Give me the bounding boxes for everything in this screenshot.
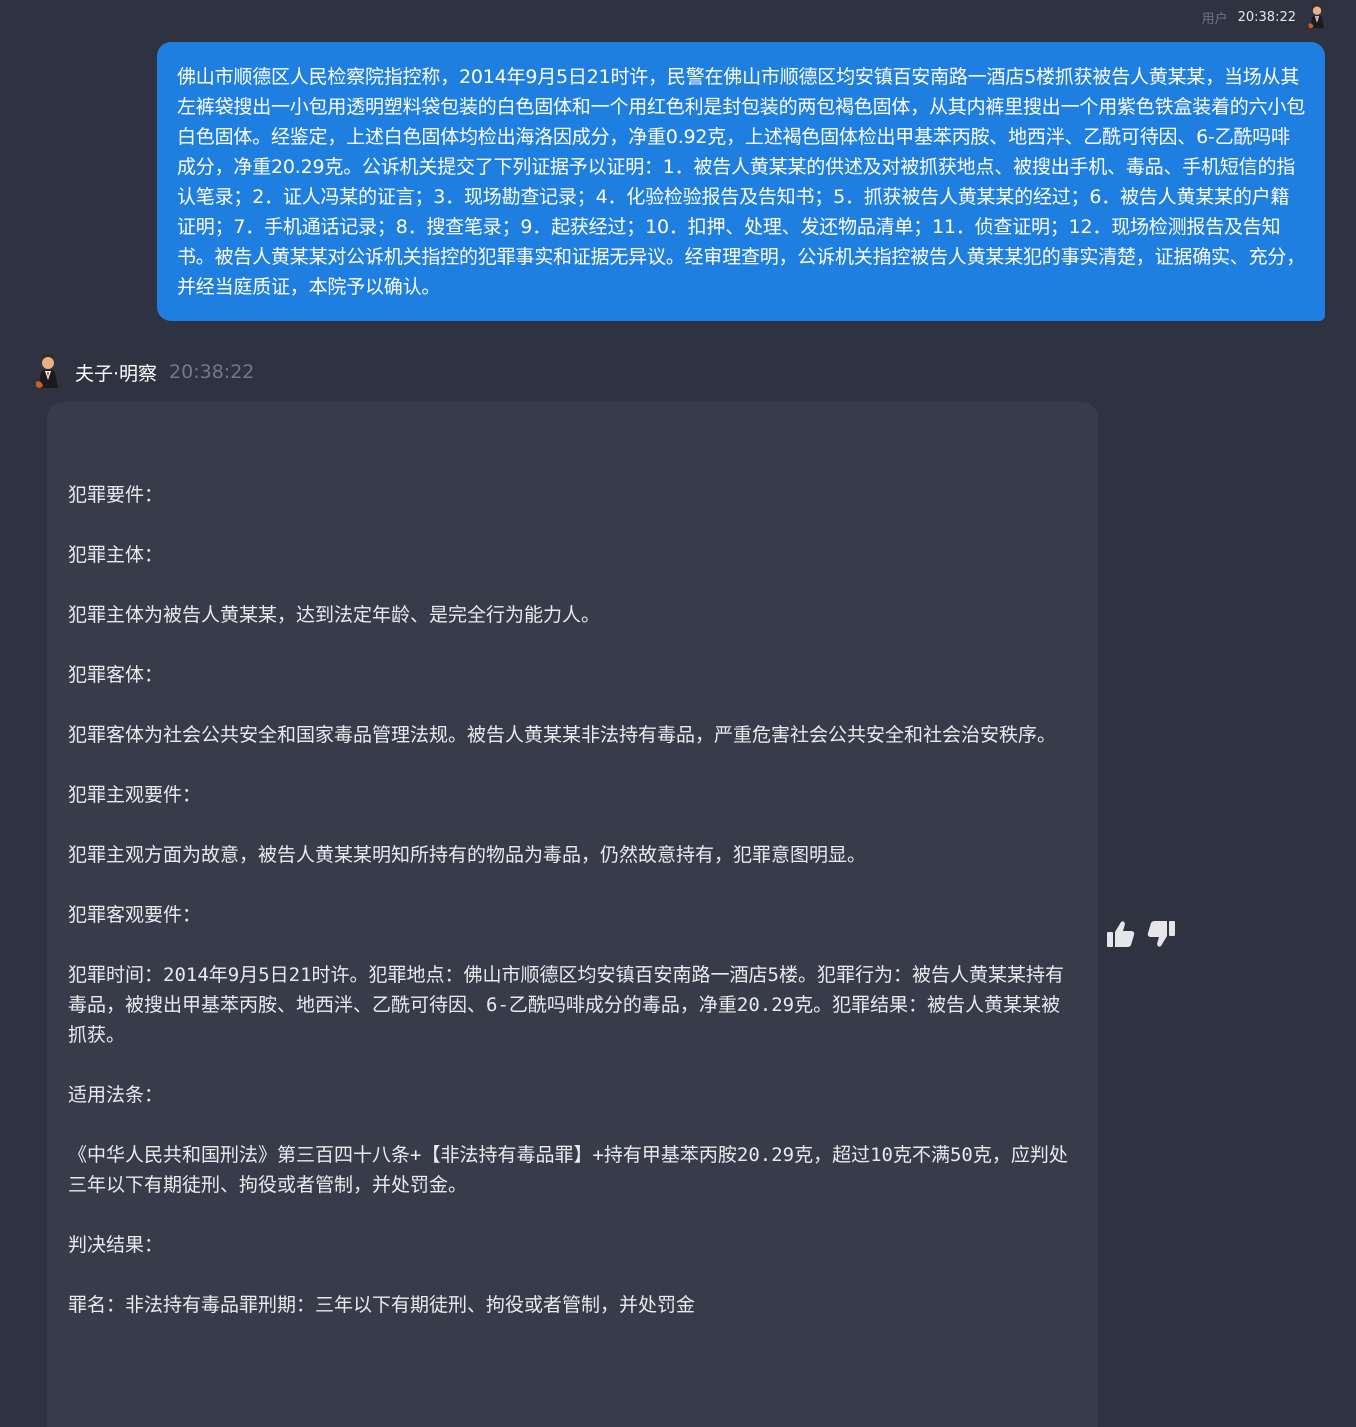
user-message-bubble: 佛山市顺德区人民检察院指控称，2014年9月5日21时许，民警在佛山市顺德区均安…	[157, 42, 1325, 321]
bot-paragraph: 适用法条：	[68, 1084, 164, 1106]
bot-paragraph: 犯罪主观要件：	[68, 784, 202, 806]
user-message-time: 20:38:22	[1237, 9, 1296, 25]
bot-paragraph: 犯罪客体为社会公共安全和国家毒品管理法规。被告人黄某某非法持有毒品，严重危害社会…	[68, 724, 1057, 746]
user-message-header: 用户 20:38:22	[1202, 4, 1328, 30]
bot-message-header: 夫子·明察 20:38:22	[33, 352, 254, 392]
bot-paragraph: 判决结果：	[68, 1234, 164, 1256]
bot-paragraph: 《中华人民共和国刑法》第三百四十八条+【非法持有毒品罪】+持有甲基苯丙胺20.2…	[68, 1144, 1068, 1196]
feedback-buttons	[1106, 918, 1176, 950]
bot-paragraph: 犯罪主体为被告人黄某某，达到法定年龄、是完全行为能力人。	[68, 604, 601, 626]
bot-paragraph: 犯罪主观方面为故意，被告人黄某某明知所持有的物品为毒品，仍然故意持有，犯罪意图明…	[68, 844, 867, 866]
bot-paragraph: 罪名：非法持有毒品罪刑期：三年以下有期徒刑、拘役或者管制，并处罚金	[68, 1294, 696, 1316]
bot-paragraph: 犯罪时间：2014年9月5日21时许。犯罪地点：佛山市顺德区均安镇百安南路一酒店…	[68, 964, 1064, 1046]
bot-paragraph: 犯罪主体：	[68, 544, 164, 566]
bot-paragraph: 犯罪客体：	[68, 664, 164, 686]
bot-message-bubble: 犯罪要件： 犯罪主体： 犯罪主体为被告人黄某某，达到法定年龄、是完全行为能力人。…	[47, 402, 1098, 1427]
bot-name: 夫子·明察	[75, 362, 158, 385]
chat-page: 用户 20:38:22 佛山市顺德区人民检察院指控称，2014年9月5日21时许…	[0, 0, 1356, 1427]
bot-avatar-icon	[36, 354, 58, 388]
bot-paragraph: 犯罪客观要件：	[68, 904, 202, 926]
user-avatar-icon	[1308, 4, 1324, 29]
bot-message-time: 20:38:22	[169, 361, 255, 383]
thumbs-down-icon[interactable]	[1146, 918, 1176, 950]
thumbs-up-icon[interactable]	[1106, 918, 1136, 950]
user-role-label: 用户	[1201, 11, 1228, 27]
bot-paragraph: 犯罪要件：	[68, 484, 164, 506]
